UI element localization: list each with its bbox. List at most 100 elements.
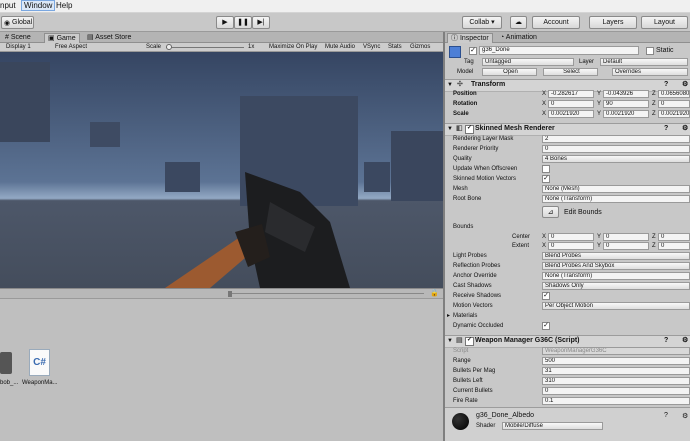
extent-y-input[interactable]: 0 <box>603 242 649 250</box>
mute-audio-toggle[interactable]: Mute Audio <box>325 43 355 52</box>
model-label: Model <box>457 69 474 75</box>
foldout-arrow-icon: ▼ <box>447 126 453 132</box>
display-dropdown[interactable]: Display 1 <box>6 43 31 52</box>
dynamic-occluded-checkbox[interactable]: ✓ <box>542 322 550 330</box>
game-viewport[interactable] <box>0 52 443 288</box>
collab-button[interactable]: Collab ▾ <box>462 16 502 29</box>
current-bullets-input[interactable]: 0 <box>542 387 690 395</box>
extent-x-input[interactable]: 0 <box>548 242 594 250</box>
layers-button[interactable]: Layers <box>589 16 637 29</box>
mesh-field[interactable]: None (Mesh) <box>542 185 690 193</box>
aspect-dropdown[interactable]: Free Aspect <box>55 43 87 52</box>
materials-label: Materials <box>453 313 478 319</box>
help-icon[interactable]: ? <box>664 412 668 419</box>
account-button[interactable]: Account <box>532 16 580 29</box>
tag-dropdown[interactable]: Untagged <box>482 58 574 66</box>
mesh-row: Mesh None (Mesh) <box>445 184 690 194</box>
play-button[interactable]: ▶ <box>216 16 234 29</box>
skinned-motion-label: Skinned Motion Vectors <box>453 176 517 182</box>
rotation-x-input[interactable]: 0 <box>548 100 594 108</box>
settings-gear-icon[interactable]: ⚙ <box>682 412 688 420</box>
scale-slider[interactable] <box>166 47 244 48</box>
menu-window[interactable]: Window <box>21 0 56 11</box>
tab-game[interactable]: ▣ Game <box>44 33 80 43</box>
layout-button[interactable]: Layout <box>641 16 688 29</box>
receive-shadows-checkbox[interactable]: ✓ <box>542 292 550 300</box>
axis-y-label: Y <box>597 101 602 107</box>
renderer-priority-input[interactable]: 0 <box>542 145 690 153</box>
center-x-input[interactable]: 0 <box>548 233 594 241</box>
vsync-toggle[interactable]: VSync <box>363 43 380 52</box>
extent-z-input[interactable]: 0 <box>658 242 690 250</box>
position-y-input[interactable]: -0.043926 <box>603 90 649 98</box>
project-size-slider[interactable] <box>228 291 232 297</box>
center-y-input[interactable]: 0 <box>603 233 649 241</box>
range-row: Range 500 <box>445 356 690 366</box>
gizmos-dropdown[interactable]: Gizmos <box>410 43 430 52</box>
stats-toggle[interactable]: Stats <box>388 43 402 52</box>
range-input[interactable]: 500 <box>542 357 690 365</box>
lock-icon[interactable]: 🔒 <box>430 289 439 297</box>
static-checkbox[interactable] <box>646 47 654 55</box>
fire-rate-input[interactable]: 0.1 <box>542 397 690 405</box>
scale-label: Scale <box>146 44 162 50</box>
game-scene <box>0 62 443 288</box>
tab-inspector[interactable]: ⓘ Inspector <box>447 33 493 43</box>
active-checkbox[interactable]: ✓ <box>469 47 477 55</box>
position-row: Position X -0.282617 Y -0.043926 Z 0.065… <box>445 89 690 99</box>
scale-x-input[interactable]: 0.0021920 <box>548 110 594 118</box>
rotation-y-input[interactable]: 90 <box>603 100 649 108</box>
anchor-override-field[interactable]: None (Transform) <box>542 272 690 280</box>
prefab-icon[interactable] <box>0 352 12 374</box>
main-toolbar: ◉ Global ▶ ❚❚ ▶| Collab ▾ ☁ Account Laye… <box>0 13 690 32</box>
help-icon[interactable]: ? <box>664 336 668 346</box>
root-bone-field[interactable]: None (Transform) <box>542 195 690 203</box>
shader-dropdown[interactable]: Mobile/Diffuse <box>502 422 603 430</box>
cast-shadows-dropdown[interactable]: Shadows Only <box>542 282 690 290</box>
scale-slider-thumb[interactable] <box>166 44 172 50</box>
update-offscreen-row: Update When Offscreen <box>445 164 690 174</box>
maximize-on-play-toggle[interactable]: Maximize On Play <box>269 43 317 52</box>
smr-enabled-checkbox[interactable]: ✓ <box>465 125 474 134</box>
settings-gear-icon[interactable]: ⚙ <box>682 124 688 134</box>
position-x-input[interactable]: -0.282617 <box>548 90 594 98</box>
update-offscreen-checkbox[interactable] <box>542 165 550 173</box>
bullets-left-input[interactable]: 310 <box>542 377 690 385</box>
settings-gear-icon[interactable]: ⚙ <box>682 336 688 346</box>
materials-row[interactable]: ▸ Materials <box>445 311 690 321</box>
light-probes-dropdown[interactable]: Blend Probes <box>542 252 690 260</box>
menu-input[interactable]: nput <box>0 1 16 10</box>
center-z-input[interactable]: 0 <box>658 233 690 241</box>
reflection-probes-dropdown[interactable]: Blend Probes And Skybox <box>542 262 690 270</box>
help-icon[interactable]: ? <box>664 124 668 134</box>
bullets-per-mag-input[interactable]: 31 <box>542 367 690 375</box>
skinned-motion-checkbox[interactable]: ✓ <box>542 175 550 183</box>
csharp-script-icon[interactable]: C# <box>29 349 50 376</box>
tab-animation[interactable]: ◔ Animation <box>497 33 540 43</box>
step-button[interactable]: ▶| <box>252 16 270 29</box>
overrides-dropdown[interactable]: Overrides <box>612 68 688 76</box>
rotation-z-input[interactable]: 0 <box>658 100 690 108</box>
scale-value: 1x <box>248 44 255 50</box>
rendering-layer-mask-row: Rendering Layer Mask 2 <box>445 134 690 144</box>
rendering-layer-mask-input[interactable]: 2 <box>542 135 690 143</box>
position-z-input[interactable]: 0.0656080 <box>658 90 690 98</box>
scale-y-input[interactable]: 0.0021920 <box>603 110 649 118</box>
quality-dropdown[interactable]: 4 Bones <box>542 155 690 163</box>
pause-button[interactable]: ❚❚ <box>234 16 252 29</box>
menu-help[interactable]: Help <box>56 1 72 10</box>
open-button[interactable]: Open <box>482 68 537 76</box>
edit-bounds-button[interactable]: ⊿ <box>542 206 559 218</box>
motion-vectors-dropdown[interactable]: Per Object Motion <box>542 302 690 310</box>
extent-label: Extent <box>512 243 530 249</box>
cloud-button[interactable]: ☁ <box>510 16 527 29</box>
layer-dropdown[interactable]: Default <box>600 58 688 66</box>
tab-asset-store[interactable]: ▤ Asset Store <box>84 33 134 43</box>
weapon-enabled-checkbox[interactable]: ✓ <box>465 337 474 346</box>
object-name-input[interactable]: g36_Done <box>479 46 639 55</box>
tab-inspector-label: Inspector <box>459 35 489 42</box>
select-button[interactable]: Select <box>543 68 598 76</box>
scale-z-input[interactable]: 0.0021920 <box>658 110 690 118</box>
pivot-global-button[interactable]: ◉ Global <box>1 16 34 29</box>
tab-scene[interactable]: # Scene <box>2 33 34 43</box>
